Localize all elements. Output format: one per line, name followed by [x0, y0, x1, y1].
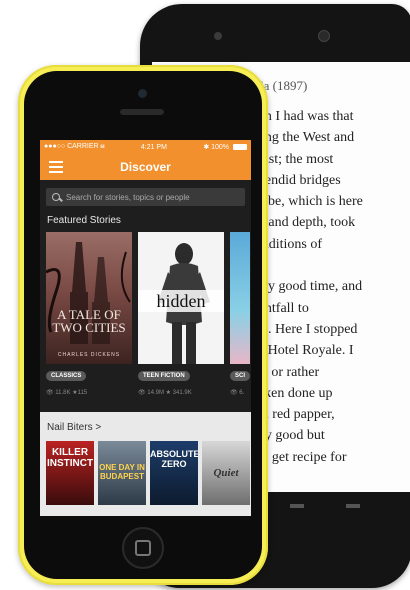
home-button-icon [135, 540, 151, 556]
back-speaker [214, 32, 222, 40]
cover-title: hidden [138, 290, 224, 312]
reader-line: traditions of [254, 236, 323, 252]
cover-title: A TALE OF TWO CITIES [52, 307, 126, 335]
back-camera [318, 30, 330, 42]
book-cover[interactable]: ONE DAY IN BUDAPEST [98, 441, 146, 505]
reader-text: ion I had was that ving the West and Eas… [254, 106, 410, 468]
back-nav-button[interactable] [290, 504, 304, 508]
battery-text: ✱ 100% [203, 144, 230, 151]
app-bar: Discover [40, 154, 251, 180]
genre-tag[interactable]: TEEN FICTION [138, 371, 190, 381]
reader-line: nube, which is here [254, 194, 363, 210]
carrier-signal: ●●●○○ CARRIER ⩏ [44, 143, 105, 150]
home-button[interactable] [122, 527, 164, 569]
story-stats: 👁 6. [230, 389, 250, 396]
story-stats: 👁 14.9M ★ 341.9K [138, 389, 224, 396]
reader-line: etty good time, and [254, 279, 363, 295]
nail-biters-title[interactable]: Nail Biters > [40, 412, 251, 441]
story-card[interactable]: SCI 👁 6. [230, 232, 250, 412]
reader-line: icken done up [254, 385, 333, 401]
reader-line: gh. Here I stopped [254, 321, 358, 337]
story-stats: 👁 11.8K ★115 [46, 389, 132, 396]
reader-line: at Hotel Royale. I [254, 343, 354, 359]
genre-tag[interactable]: SCI [230, 371, 250, 381]
story-card[interactable]: A TALE OF TWO CITIES CHARLES DICKENS CLA… [46, 232, 132, 412]
front-camera [138, 89, 147, 98]
app-screen: ●●●○○ CARRIER ⩏ 4:21 PM ✱ 100% Discover … [40, 140, 251, 516]
reader-line: ving the West and [254, 130, 355, 146]
reads-count: 👁 14.9M [138, 390, 164, 396]
reader-line: East; the most [254, 151, 334, 167]
reader-line [254, 255, 410, 276]
votes-count: ★ 341.9K [165, 390, 192, 396]
book-cover[interactable]: KILLER INSTINCT [46, 441, 94, 505]
book-cover-title: ABSOLUTE ZERO [150, 449, 198, 469]
hamburger-icon[interactable] [49, 161, 63, 173]
book-cover[interactable]: Quiet [202, 441, 250, 505]
search-container: Search for stories, topics or people [40, 180, 251, 212]
story-cover[interactable]: hidden [138, 232, 224, 364]
reader-header: la (1897) [260, 78, 308, 93]
book-cover-title: Quiet [213, 467, 239, 479]
status-bar: ●●●○○ CARRIER ⩏ 4:21 PM ✱ 100% [40, 140, 251, 154]
reader-line: ery good but [254, 428, 325, 444]
book-cover[interactable]: ABSOLUTE ZERO [150, 441, 198, 505]
reader-line: ion I had was that [254, 109, 354, 124]
nail-biters-section: Nail Biters > KILLER INSTINCT ONE DAY IN… [40, 412, 251, 516]
book-cover-title: ONE DAY IN BUDAPEST [99, 463, 145, 481]
page-title: Discover [120, 160, 171, 174]
genre-tag[interactable]: CLASSICS [46, 371, 87, 381]
reads-count: 👁 6. [230, 390, 245, 396]
featured-section-title: Featured Stories [47, 215, 121, 226]
reader-line: ith red papper, [254, 407, 335, 423]
story-card[interactable]: hidden TEEN FICTION 👁 14.9M ★ 341.9K [138, 232, 224, 412]
reader-line: ightfall to [254, 300, 309, 316]
reader-line: er, or rather [254, 364, 320, 380]
reader-line: m. get recipe for [254, 449, 347, 465]
cover-author: CHARLES DICKENS [57, 352, 121, 358]
story-cover[interactable] [230, 232, 250, 364]
search-icon [52, 192, 61, 202]
featured-stories-row: A TALE OF TWO CITIES CHARLES DICKENS CLA… [40, 232, 251, 412]
status-time: 4:21 PM [140, 143, 167, 151]
tower-illustration-icon [46, 242, 131, 344]
reader-line: th and depth, took [254, 215, 356, 231]
reader-line: plendid bridges [254, 172, 341, 188]
nail-biters-row: KILLER INSTINCT ONE DAY IN BUDAPEST ABSO… [40, 441, 251, 505]
story-cover[interactable]: A TALE OF TWO CITIES CHARLES DICKENS [46, 232, 132, 364]
reads-count: 👁 11.8K [46, 390, 71, 396]
battery-status: ✱ 100% [203, 143, 247, 151]
search-placeholder: Search for stories, topics or people [66, 192, 190, 202]
home-nav-button[interactable] [346, 504, 360, 508]
earpiece-speaker [120, 109, 164, 115]
battery-icon [232, 144, 247, 151]
book-cover-title: KILLER INSTINCT [46, 447, 94, 469]
search-input[interactable]: Search for stories, topics or people [46, 188, 245, 206]
votes-count: ★115 [72, 390, 88, 396]
